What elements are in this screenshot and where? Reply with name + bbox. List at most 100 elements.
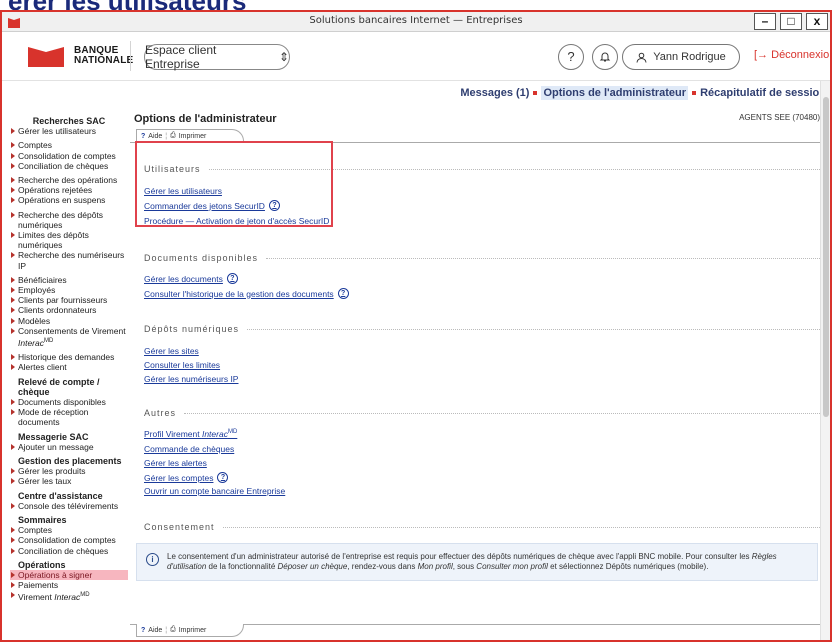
link-commande-cheques[interactable]: Commande de chèques (144, 444, 234, 454)
notice-consulter: Consulter mon profil (476, 562, 548, 571)
user-profile-button[interactable]: Yann Rodrigue (622, 44, 740, 70)
sidebar-item-employes[interactable]: Employés (10, 285, 128, 295)
sidebar-item-paiements[interactable]: Paiements (10, 580, 128, 590)
space-select[interactable]: Espace client Entreprise ⇕ (144, 43, 290, 71)
link-gerer-numeriseurs[interactable]: Gérer les numériseurs IP (144, 374, 238, 384)
link-gerer-sites[interactable]: Gérer les sites (144, 346, 199, 356)
sidebar-item-ajouter-message[interactable]: Ajouter un message (10, 442, 128, 452)
nav-admin-options[interactable]: Options de l'administrateur (541, 86, 689, 100)
sidebar-item-sommaire-conciliation[interactable]: Conciliation de chèques (10, 546, 128, 556)
sidebar-item-consentements[interactable]: Consentements de Virement InteracMD (10, 326, 128, 348)
section-utilisateurs-label: Utilisateurs (144, 164, 201, 174)
sidebar-item-gerer-produits[interactable]: Gérer les produits (10, 466, 128, 476)
section-depots: Dépôts numériques (144, 324, 820, 334)
link-gerer-utilisateurs[interactable]: Gérer les utilisateurs (144, 186, 222, 196)
sidebar-item-alertes-client[interactable]: Alertes client (10, 362, 128, 372)
md-mark: MD (44, 338, 54, 345)
virement-label: Virement (18, 592, 55, 603)
top-action-tabs: ? Aide ¦ ⎙ Imprimer (136, 129, 244, 142)
help-circle-icon[interactable]: ? (337, 288, 349, 299)
imprimer-link[interactable]: Imprimer (179, 627, 207, 634)
sidebar: Recherches SAC Gérer les utilisateurs Co… (10, 106, 128, 640)
sidebar-item-sommaire-comptes[interactable]: Comptes (10, 525, 128, 535)
sidebar-item-recherche-operations[interactable]: Recherche des opérations (10, 175, 128, 185)
sidebar-item-console-televirements[interactable]: Console des télévirements (10, 501, 128, 511)
section-documents: Documents disponibles (144, 253, 820, 263)
section-divider (184, 412, 820, 414)
help-circle-icon[interactable]: ? (217, 472, 229, 483)
printer-icon: ⎙ (170, 626, 176, 633)
nav-session-summary[interactable]: Récapitulatif de session (700, 87, 826, 99)
section-documents-label: Documents disponibles (144, 253, 259, 263)
vertical-scrollbar[interactable] (820, 81, 830, 640)
sidebar-item-consolidation[interactable]: Consolidation de comptes (10, 151, 128, 161)
sidebar-item-operations-suspens[interactable]: Opérations en suspens (10, 195, 128, 205)
brand-line2: NATIONALE (74, 55, 134, 66)
sidebar-item-gerer-taux[interactable]: Gérer les taux (10, 476, 128, 486)
brand-logo[interactable]: BANQUE NATIONALE (26, 43, 133, 69)
page-title: Options de l'administrateur (134, 113, 277, 125)
link-gerer-comptes[interactable]: Gérer les comptes? (144, 472, 229, 483)
help-circle-icon[interactable]: ? (268, 200, 280, 211)
header-divider (130, 41, 131, 71)
help-circle-icon[interactable]: ? (226, 273, 238, 284)
consentements-label: Consentements de Virement (18, 325, 126, 336)
link-commander-jetons-label: Commander des jetons SecurID (144, 200, 265, 211)
sidebar-item-modeles[interactable]: Modèles (10, 316, 128, 326)
help-question-icon: ? (141, 626, 146, 634)
sidebar-item-comptes[interactable]: Comptes (10, 140, 128, 150)
sidebar-item-virement-interac[interactable]: Virement InteracMD (10, 590, 128, 602)
link-profil-virement[interactable]: Profil Virement InteracMD (144, 429, 237, 439)
sidebar-item-clients-ordonnateurs[interactable]: Clients ordonnateurs (10, 305, 128, 315)
logout-icon: [→ (754, 49, 769, 61)
sidebar-item-sommaire-consolidation[interactable]: Consolidation de comptes (10, 535, 128, 545)
link-gerer-alertes[interactable]: Gérer les alertes (144, 458, 207, 468)
sidebar-item-clients-fournisseurs[interactable]: Clients par fournisseurs (10, 295, 128, 305)
link-commander-jetons[interactable]: Commander des jetons SecurID? (144, 200, 280, 211)
help-button[interactable]: ? (558, 44, 584, 70)
notice-text-4: , sous (452, 562, 477, 571)
md-mark: MD (80, 592, 90, 599)
maximize-button[interactable]: □ (780, 13, 802, 30)
sidebar-heading-releve: Relevé de compte / chèque (18, 376, 100, 397)
space-select-label: Espace client Entreprise (145, 43, 217, 71)
main-content: Options de l'administrateur AGENTS SEE (… (130, 106, 822, 640)
sidebar-heading-assistance: Centre d'assistance (18, 490, 103, 501)
link-consulter-limites[interactable]: Consulter les limites (144, 360, 220, 370)
notice-monprofil: Mon profil (417, 562, 453, 571)
notifications-button[interactable] (592, 44, 618, 70)
scrollbar-thumb[interactable] (823, 97, 829, 417)
sidebar-item-operations-a-signer[interactable]: Opérations à signer (10, 569, 128, 581)
aide-link[interactable]: Aide (148, 133, 162, 140)
link-ouvrir-compte[interactable]: Ouvrir un compte bancaire Entreprise (144, 486, 285, 496)
updown-chevron-icon: ⇕ (278, 50, 289, 64)
sidebar-heading-messagerie: Messagerie SAC (18, 431, 89, 442)
sidebar-item-recherche-numeriseurs[interactable]: Recherche des numériseurs IP (10, 250, 128, 271)
link-profil-text: Profil Virement (144, 429, 202, 439)
title-bar: Solutions bancaires Internet — Entrepris… (2, 12, 830, 32)
tab-divider: ¦ (165, 132, 168, 140)
sidebar-item-historique-demandes[interactable]: Historique des demandes (10, 352, 128, 362)
window-controls: – □ x (754, 13, 828, 30)
section-divider (247, 328, 820, 330)
nav-messages[interactable]: Messages (1) (460, 87, 529, 99)
imprimer-link[interactable]: Imprimer (179, 133, 207, 140)
link-procedure-activation[interactable]: Procédure — Activation de jeton d'accès … (144, 216, 329, 226)
close-button[interactable]: x (806, 13, 828, 30)
section-utilisateurs: Utilisateurs (144, 164, 820, 174)
sidebar-item-conciliation[interactable]: Conciliation de chèques (10, 161, 128, 171)
aide-link[interactable]: Aide (148, 627, 162, 634)
sidebar-item-documents-disponibles[interactable]: Documents disponibles (10, 397, 128, 407)
sidebar-item-operations-rejetees[interactable]: Opérations rejetées (10, 185, 128, 195)
minimize-button[interactable]: – (754, 13, 776, 30)
link-historique-documents[interactable]: Consulter l'historique de la gestion des… (144, 288, 349, 299)
sidebar-heading-placements: Gestion des placements (18, 455, 122, 466)
sidebar-item-beneficiaires[interactable]: Bénéficiaires (10, 275, 128, 285)
sidebar-item-limites-depots[interactable]: Limites des dépôts numériques (10, 230, 128, 250)
sidebar-item-recherche-depots[interactable]: Recherche des dépôts numériques (10, 210, 128, 230)
sidebar-item-mode-reception[interactable]: Mode de réception documents (10, 407, 128, 427)
sidebar-item-gerer-utilisateurs[interactable]: Gérer les utilisateurs (10, 126, 128, 136)
logout-link[interactable]: [→ Déconnexion (754, 49, 830, 61)
brand-name: BANQUE NATIONALE (74, 46, 133, 66)
link-gerer-documents[interactable]: Gérer les documents? (144, 273, 238, 284)
